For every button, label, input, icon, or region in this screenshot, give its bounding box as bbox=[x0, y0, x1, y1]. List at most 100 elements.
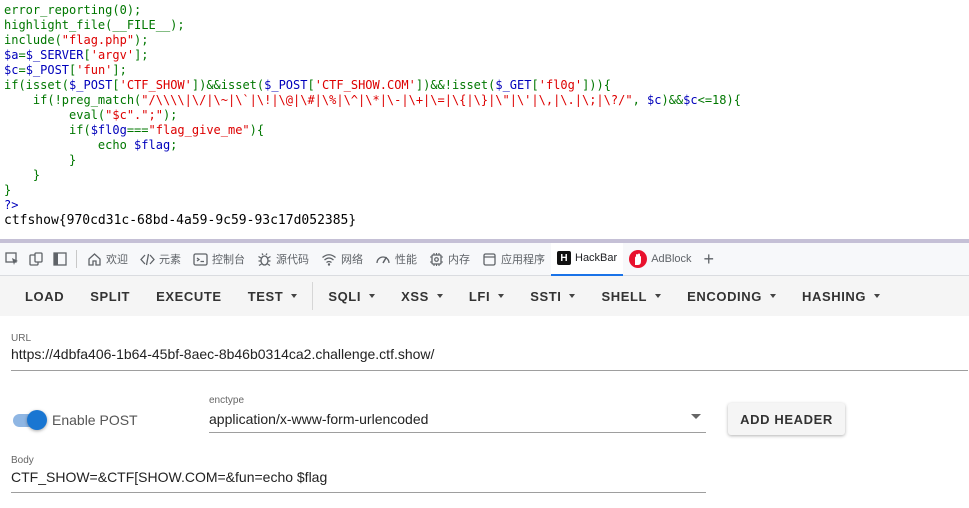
code-token: ){ bbox=[249, 123, 265, 137]
button-label: LFI bbox=[468, 288, 491, 304]
toolbar-separator bbox=[76, 250, 77, 268]
hackbar-encoding-button[interactable]: ENCODING bbox=[674, 276, 789, 316]
php-source-code: error_reporting(0); highlight_file(__FILE… bbox=[4, 3, 964, 213]
code-token: echo bbox=[4, 138, 135, 152]
caret-down-icon bbox=[369, 294, 376, 298]
code-icon bbox=[140, 253, 155, 265]
caret-down-icon bbox=[655, 294, 662, 298]
wifi-icon bbox=[322, 253, 336, 266]
code-token: ])){ bbox=[582, 78, 611, 92]
code-token: ])&&!isset( bbox=[415, 78, 496, 92]
url-input-underline bbox=[11, 370, 968, 371]
url-input[interactable]: https://4dbfa406-1b64-45bf-8aec-8b46b031… bbox=[11, 346, 434, 362]
tab-console[interactable]: 控制台 bbox=[187, 243, 251, 276]
toolbar-separator bbox=[312, 282, 314, 310]
code-token: ); bbox=[162, 108, 178, 122]
flag-output: ctfshow{970cd31c-68bd-4a59-9c59-93c17d05… bbox=[4, 213, 357, 228]
code-token: ]; bbox=[112, 63, 127, 77]
code-line: ?> bbox=[4, 198, 964, 213]
code-token: if(!preg_match( bbox=[4, 93, 142, 107]
chevron-down-icon[interactable] bbox=[691, 414, 701, 419]
tab-welcome[interactable]: 欢迎 bbox=[81, 243, 134, 276]
memory-chip-icon bbox=[430, 252, 443, 266]
caret-down-icon bbox=[291, 294, 298, 298]
code-token: $_POST bbox=[69, 78, 113, 92]
code-token: "flag_give_me" bbox=[148, 123, 250, 137]
code-token: $fl0g bbox=[90, 123, 127, 137]
code-token: 'CTF_SHOW.COM' bbox=[314, 78, 416, 92]
code-token: [ bbox=[307, 78, 315, 92]
device-emulation-button[interactable] bbox=[24, 243, 48, 276]
inspect-icon bbox=[5, 252, 18, 265]
code-line: $c=$_POST['fun']; bbox=[4, 63, 964, 78]
code-token: $_SERVER bbox=[25, 48, 84, 62]
code-token: = bbox=[18, 63, 26, 77]
caret-down-icon bbox=[436, 294, 443, 298]
code-token: ]; bbox=[134, 48, 149, 62]
tab-adblock[interactable]: AdBlock bbox=[623, 243, 697, 276]
enable-post-toggle[interactable] bbox=[13, 409, 47, 431]
gauge-icon bbox=[376, 255, 390, 263]
button-label: SSTI bbox=[530, 288, 562, 304]
code-token: === bbox=[126, 123, 149, 137]
caret-down-icon bbox=[569, 294, 576, 298]
button-label: TEST bbox=[247, 288, 284, 304]
code-line: } bbox=[4, 183, 964, 198]
code-token: [ bbox=[112, 78, 120, 92]
code-token: error_reporting(0); bbox=[4, 3, 142, 17]
tab-performance[interactable]: 性能 bbox=[369, 243, 423, 276]
hackbar-lfi-button[interactable]: LFI bbox=[456, 276, 517, 316]
code-token: [ bbox=[83, 48, 91, 62]
enctype-label: enctype bbox=[209, 395, 245, 406]
adblock-logo-icon bbox=[629, 250, 648, 268]
tab-application[interactable]: 应用程序 bbox=[476, 243, 551, 276]
hackbar-test-button[interactable]: TEST bbox=[235, 276, 311, 316]
tab-elements[interactable]: 元素 bbox=[134, 243, 187, 276]
hackbar-hashing-button[interactable]: HASHING bbox=[789, 276, 893, 316]
tab-label: 性能 bbox=[395, 254, 417, 266]
tab-label: 欢迎 bbox=[106, 254, 128, 266]
code-line: error_reporting(0); bbox=[4, 3, 964, 18]
code-token: ); bbox=[134, 33, 149, 47]
code-line: if(!preg_match("/\\\\|\/|\~|\`|\!|\@|\#|… bbox=[4, 93, 964, 108]
tab-network[interactable]: 网络 bbox=[315, 243, 369, 276]
code-token: "$c".";" bbox=[105, 108, 163, 122]
caret-down-icon bbox=[874, 294, 881, 298]
hackbar-xss-button[interactable]: XSS bbox=[388, 276, 456, 316]
caret-down-icon bbox=[769, 294, 776, 298]
hackbar-execute-button[interactable]: EXECUTE bbox=[143, 276, 235, 316]
hackbar-ssti-button[interactable]: SSTI bbox=[517, 276, 588, 316]
enctype-select[interactable]: application/x-www-form-urlencoded bbox=[209, 411, 428, 427]
tab-hackbar[interactable]: H HackBar bbox=[551, 242, 624, 276]
home-icon bbox=[88, 252, 101, 266]
button-label: SQLI bbox=[328, 288, 362, 304]
add-tab-plus-icon[interactable]: + bbox=[698, 249, 721, 270]
sidebar-icon bbox=[53, 252, 67, 266]
button-label: HASHING bbox=[801, 288, 867, 304]
code-token: if( bbox=[4, 123, 91, 137]
code-token: [ bbox=[531, 78, 539, 92]
tab-sources[interactable]: 源代码 bbox=[251, 243, 315, 276]
code-token: <=18){ bbox=[697, 93, 741, 107]
body-input[interactable]: CTF_SHOW=&CTF[SHOW.COM=&fun=echo $flag bbox=[11, 469, 327, 485]
hackbar-split-button[interactable]: SPLIT bbox=[77, 276, 143, 316]
tab-label: HackBar bbox=[575, 252, 618, 264]
code-token: ])&&isset( bbox=[191, 78, 265, 92]
hackbar-shell-button[interactable]: SHELL bbox=[588, 276, 674, 316]
devtools-tab-bar: 欢迎 元素 控制台 源代码 网络 性能 内存 应用程序 H HackBar Ad… bbox=[0, 242, 969, 276]
code-token: include( bbox=[4, 33, 62, 47]
button-label: SPLIT bbox=[90, 288, 131, 304]
code-token: 'fun' bbox=[76, 63, 113, 77]
enctype-select-underline bbox=[209, 432, 706, 433]
code-token: $_POST bbox=[264, 78, 308, 92]
inspect-element-button[interactable] bbox=[0, 243, 24, 276]
hackbar-load-button[interactable]: LOAD bbox=[0, 276, 77, 316]
tab-memory[interactable]: 内存 bbox=[423, 243, 476, 276]
toggle-sidebar-button[interactable] bbox=[48, 243, 72, 276]
code-line: } bbox=[4, 168, 964, 183]
hackbar-sqli-button[interactable]: SQLI bbox=[315, 276, 388, 316]
code-token: ?> bbox=[4, 198, 19, 212]
add-header-button[interactable]: ADD HEADER bbox=[728, 403, 845, 435]
code-token: if(isset( bbox=[4, 78, 70, 92]
code-token: $_GET bbox=[495, 78, 532, 92]
